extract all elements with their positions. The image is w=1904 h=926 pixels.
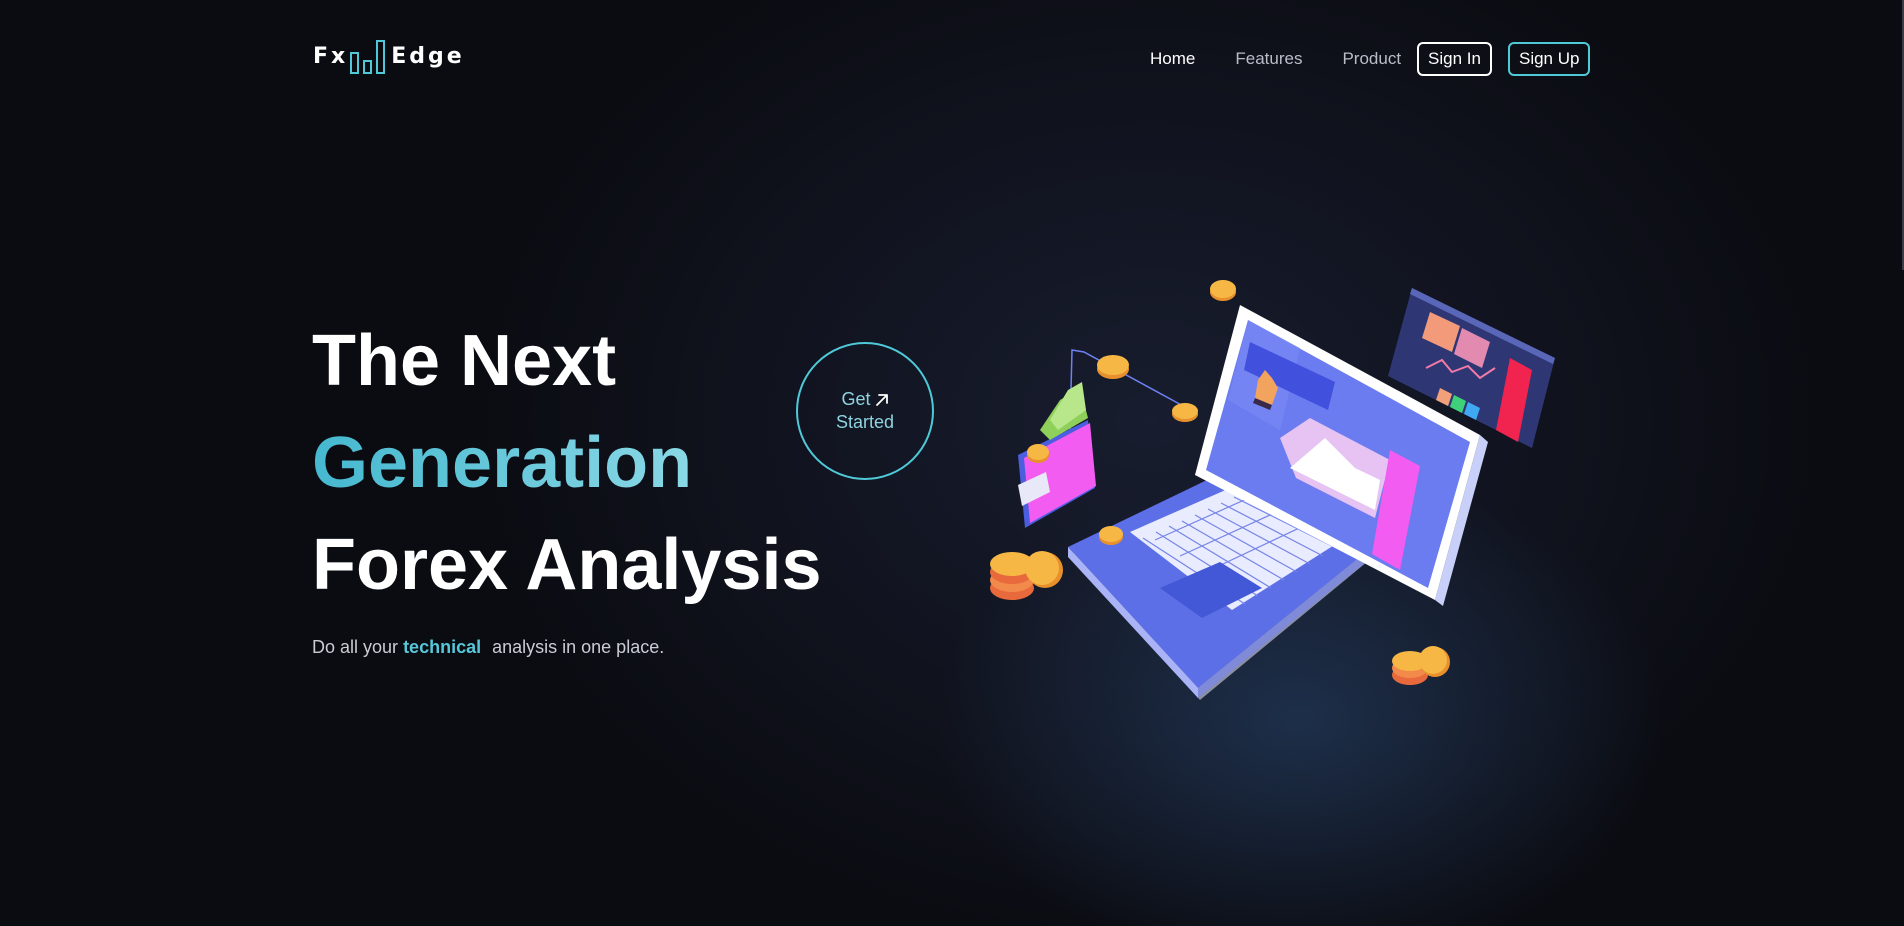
sign-in-button[interactable]: Sign In (1417, 42, 1492, 76)
coin-icon (1210, 280, 1236, 301)
main-nav: Home Features Product Sign In Sign Up (1150, 41, 1591, 77)
cta-label-line-1: Get (841, 389, 871, 409)
get-started-button[interactable]: Get Started (796, 342, 934, 480)
subtitle-accent: technical (403, 637, 482, 657)
sign-up-button[interactable]: Sign Up (1507, 42, 1591, 76)
nav-link-features[interactable]: Features (1235, 49, 1302, 69)
landing-page: Fx Edge Home Features Product Sign In Si… (0, 0, 1904, 926)
logo-text-edge: Edge (391, 44, 465, 69)
hero-title-line-1: The Next (312, 321, 617, 401)
logo[interactable]: Fx Edge (313, 40, 465, 74)
cta-row-1: Get (841, 388, 888, 411)
nav-link-home[interactable]: Home (1150, 49, 1195, 69)
cta-label-line-2: Started (835, 412, 895, 432)
hero-title-line-3: Forex Analysis (312, 525, 822, 605)
laptop-finance-illustration (990, 280, 1555, 700)
bar-chart-icon (350, 40, 386, 74)
hero-title-line-2: Generation (312, 423, 693, 503)
subtitle-after: analysis in one place. (492, 637, 665, 657)
hero-subtitle: Do all your technical analysis in one pl… (312, 637, 664, 658)
arrow-up-right-icon (875, 393, 888, 406)
nav-link-product[interactable]: Product (1342, 49, 1401, 69)
subtitle-before: Do all your (312, 637, 399, 657)
logo-text-fx: Fx (313, 44, 349, 69)
